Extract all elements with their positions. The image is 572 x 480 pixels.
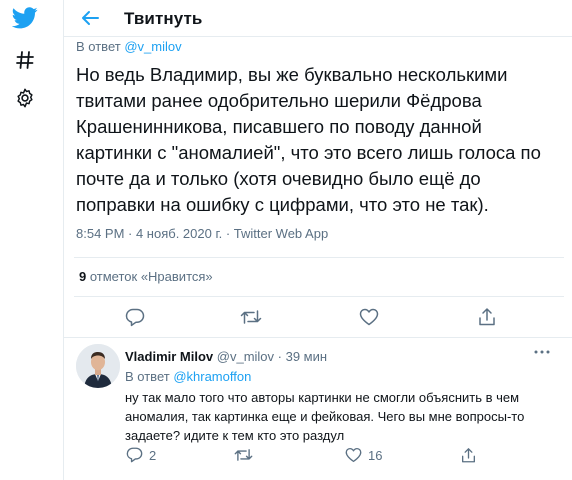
back-arrow-icon[interactable] xyxy=(78,6,102,30)
like-button[interactable]: 16 xyxy=(345,446,382,464)
separator-dot: · xyxy=(274,349,286,364)
likes-label: отметок «Нравится» xyxy=(86,269,213,284)
gear-icon[interactable] xyxy=(11,84,39,112)
main-column: Твитнуть В ответ @v_milov Но ведь Владим… xyxy=(63,0,572,480)
page-header: Твитнуть xyxy=(64,0,572,37)
like-count: 16 xyxy=(368,447,383,463)
likes-count-link[interactable]: 9 отметок «Нравится» xyxy=(79,269,213,284)
tweet-reply-context: В ответ @v_milov xyxy=(76,39,182,54)
like-heart-icon xyxy=(345,447,362,463)
author-name[interactable]: Vladimir Milov xyxy=(125,349,213,364)
reply-handle-link[interactable]: @khramoffon xyxy=(173,369,251,384)
share-button[interactable] xyxy=(461,446,476,464)
like-heart-icon[interactable] xyxy=(358,306,380,328)
reply-icon[interactable] xyxy=(124,306,146,328)
more-options-icon[interactable] xyxy=(532,345,552,359)
reply-prefix: В ответ xyxy=(125,369,174,384)
author-handle[interactable]: @v_milov xyxy=(217,349,274,364)
reply-handle-link[interactable]: @v_milov xyxy=(124,39,181,54)
reply-button[interactable]: 2 xyxy=(126,446,156,464)
hashtag-icon[interactable] xyxy=(11,46,39,74)
avatar[interactable] xyxy=(76,344,120,388)
reply-text: ну так мало того что авторы картинки не … xyxy=(125,390,525,443)
tweet-timestamp[interactable]: 8:54 PM · 4 нояб. 2020 г. · Twitter Web … xyxy=(76,226,328,241)
reply-header: Vladimir Milov @v_milov · 39 мин xyxy=(125,349,327,364)
retweet-button[interactable] xyxy=(234,446,253,464)
left-navigation xyxy=(0,0,52,480)
reply-prefix: В ответ xyxy=(76,39,125,54)
twitter-logo-icon[interactable] xyxy=(11,4,39,32)
share-icon xyxy=(461,447,476,464)
reply-time[interactable]: 39 мин xyxy=(286,349,327,364)
reply-context: В ответ @khramoffon xyxy=(125,369,251,384)
share-icon[interactable] xyxy=(476,306,498,328)
retweet-icon xyxy=(234,447,253,463)
divider xyxy=(74,257,564,258)
retweet-icon[interactable] xyxy=(240,306,262,328)
reply-icon xyxy=(126,447,143,463)
tweet-text: Но ведь Владимир, вы же буквально нескол… xyxy=(76,64,541,215)
divider xyxy=(74,296,564,297)
page-title: Твитнуть xyxy=(124,9,203,28)
divider xyxy=(64,337,572,338)
reply-count: 2 xyxy=(149,447,157,463)
